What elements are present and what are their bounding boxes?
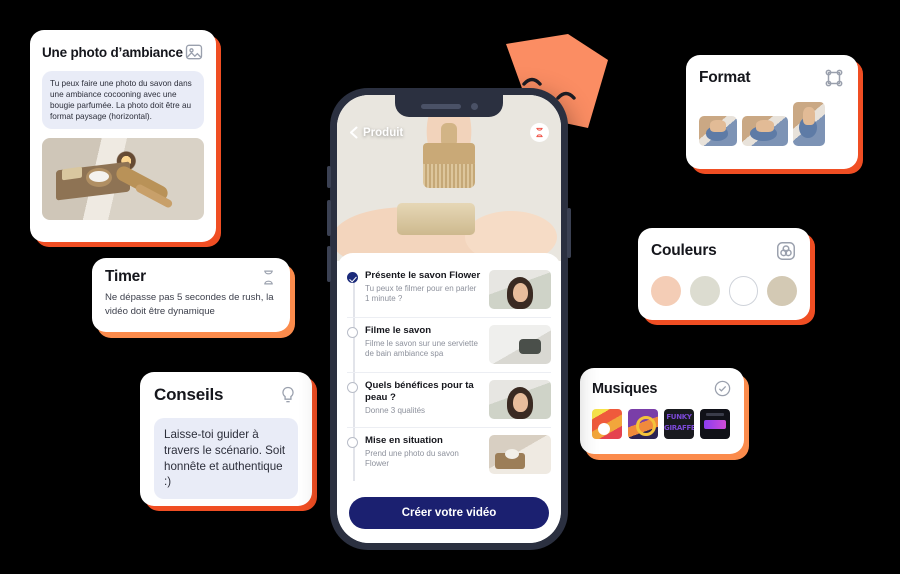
- earpiece-speaker: [420, 103, 461, 109]
- front-camera: [470, 102, 478, 110]
- card-header: Conseils: [154, 385, 298, 405]
- color-swatch-row: [651, 276, 798, 306]
- task-item[interactable]: Quels bénéfices pour ta peau ? Donne 3 q…: [347, 372, 551, 427]
- card-title: Format: [699, 69, 751, 86]
- task-list[interactable]: Présente le savon Flower Tu peux te film…: [337, 253, 561, 489]
- card-body-text: Laisse-toi guider à travers le scénario.…: [154, 418, 298, 500]
- task-thumbnail[interactable]: [489, 325, 551, 364]
- format-option-square[interactable]: [699, 116, 737, 146]
- card-title: Conseils: [154, 385, 224, 404]
- create-video-button[interactable]: Créer votre vidéo: [349, 497, 549, 529]
- task-checkbox[interactable]: [347, 437, 358, 448]
- swatch-white[interactable]: [728, 276, 759, 306]
- screen-timer-button[interactable]: [530, 123, 549, 142]
- lightbulb-icon: [282, 386, 294, 403]
- phone-volume-up-button[interactable]: [327, 200, 331, 236]
- card-timer[interactable]: Timer Ne dépasse pas 5 secondes de rush,…: [92, 258, 290, 332]
- format-option-landscape[interactable]: [742, 116, 788, 146]
- swatch-peach[interactable]: [651, 276, 681, 306]
- card-body-text: Tu peux faire une photo du savon dans un…: [42, 71, 204, 130]
- task-title: Présente le savon Flower: [365, 270, 481, 281]
- screen-header: Produit: [337, 123, 561, 142]
- task-item[interactable]: Mise en situation Prend une photo du sav…: [347, 427, 551, 482]
- task-thumbnail[interactable]: [489, 380, 551, 419]
- album-art-4[interactable]: [700, 409, 730, 439]
- task-title: Mise en situation: [365, 435, 443, 446]
- task-subtitle: Prend une photo du savon Flower: [365, 448, 459, 469]
- task-body: Mise en situation Prend une photo du sav…: [365, 435, 482, 474]
- task-body: Présente le savon Flower Tu peux te film…: [365, 270, 482, 309]
- card-couleurs[interactable]: Couleurs: [638, 228, 810, 320]
- task-title: Filme le savon: [365, 325, 432, 336]
- task-sheet: Présente le savon Flower Tu peux te film…: [337, 253, 561, 543]
- phone-silent-switch[interactable]: [327, 166, 331, 188]
- task-subtitle: Donne 3 qualités: [365, 405, 426, 415]
- task-title: Quels bénéfices pour ta peau ?: [365, 380, 474, 403]
- album-title-line1: FUNKY: [666, 413, 692, 421]
- task-thumbnail[interactable]: [489, 270, 551, 309]
- format-thumbnail-row: [699, 102, 845, 146]
- task-checkbox[interactable]: [347, 382, 358, 393]
- task-thumbnail[interactable]: [489, 435, 551, 474]
- task-subtitle: Filme le savon sur une serviette de bain…: [365, 338, 478, 359]
- color-palette-icon: [777, 242, 795, 260]
- task-body: Quels bénéfices pour ta peau ? Donne 3 q…: [365, 380, 482, 419]
- card-header: Timer: [105, 268, 277, 286]
- phone-volume-down-button[interactable]: [327, 246, 331, 282]
- card-header: Format: [699, 67, 845, 89]
- card-format[interactable]: Format: [686, 55, 858, 169]
- card-musiques[interactable]: Musiques FUNKY GIRAFFE: [580, 368, 744, 454]
- soap-bar: [396, 203, 475, 235]
- hero-image: [337, 95, 561, 261]
- card-title: Timer: [105, 268, 146, 285]
- card-header: Musiques: [592, 379, 732, 398]
- card-title: Une photo d’ambiance: [42, 44, 183, 60]
- card-header: Couleurs: [651, 240, 797, 262]
- card-title: Couleurs: [651, 242, 717, 259]
- phone-screen: Produit Présente le savon Flower Tu peux…: [337, 95, 561, 543]
- ambiance-photo-thumbnail[interactable]: [42, 138, 204, 221]
- album-art-2[interactable]: [628, 409, 658, 439]
- phone-power-button[interactable]: [567, 208, 571, 258]
- album-art-3[interactable]: FUNKY GIRAFFE: [664, 409, 694, 439]
- scene: Une photo d’ambiance Tu peux faire une p…: [0, 0, 900, 574]
- album-title-line2: GIRAFFE: [664, 424, 694, 432]
- task-subtitle: Tu peux te filmer pour en parler 1 minut…: [365, 283, 477, 304]
- brush-head: [423, 143, 475, 165]
- crop-frame-icon: [825, 69, 843, 87]
- back-button[interactable]: Produit: [349, 126, 403, 139]
- chevron-left-icon: [350, 126, 358, 139]
- task-checkbox-checked[interactable]: [347, 272, 358, 283]
- hourglass-icon: [536, 127, 543, 138]
- image-icon: [185, 44, 203, 60]
- album-art-1[interactable]: [592, 409, 622, 439]
- card-title: Musiques: [592, 380, 658, 397]
- back-button-label: Produit: [363, 126, 404, 139]
- phone-mockup: Produit Présente le savon Flower Tu peux…: [327, 88, 571, 550]
- card-conseils[interactable]: Conseils Laisse-toi guider à travers le …: [140, 372, 312, 506]
- brush-bristles: [423, 164, 475, 188]
- hourglass-icon: [264, 270, 273, 284]
- card-body-text: Ne dépasse pas 5 secondes de rush, la vi…: [105, 292, 274, 317]
- swatch-taupe[interactable]: [767, 276, 798, 306]
- album-row: FUNKY GIRAFFE: [592, 409, 732, 439]
- task-body: Filme le savon Filme le savon sur une se…: [365, 325, 482, 364]
- task-checkbox[interactable]: [347, 327, 358, 338]
- task-item[interactable]: Filme le savon Filme le savon sur une se…: [347, 317, 551, 372]
- format-option-portrait[interactable]: [793, 102, 825, 146]
- phone-notch: [395, 95, 503, 117]
- check-circle-icon: [714, 380, 731, 397]
- cta-container: Créer votre vidéo: [337, 489, 561, 543]
- swatch-sage[interactable]: [689, 276, 720, 306]
- card-photo-ambiance[interactable]: Une photo d’ambiance Tu peux faire une p…: [30, 30, 216, 242]
- card-header: Une photo d’ambiance: [42, 42, 204, 62]
- task-item[interactable]: Présente le savon Flower Tu peux te film…: [347, 263, 551, 317]
